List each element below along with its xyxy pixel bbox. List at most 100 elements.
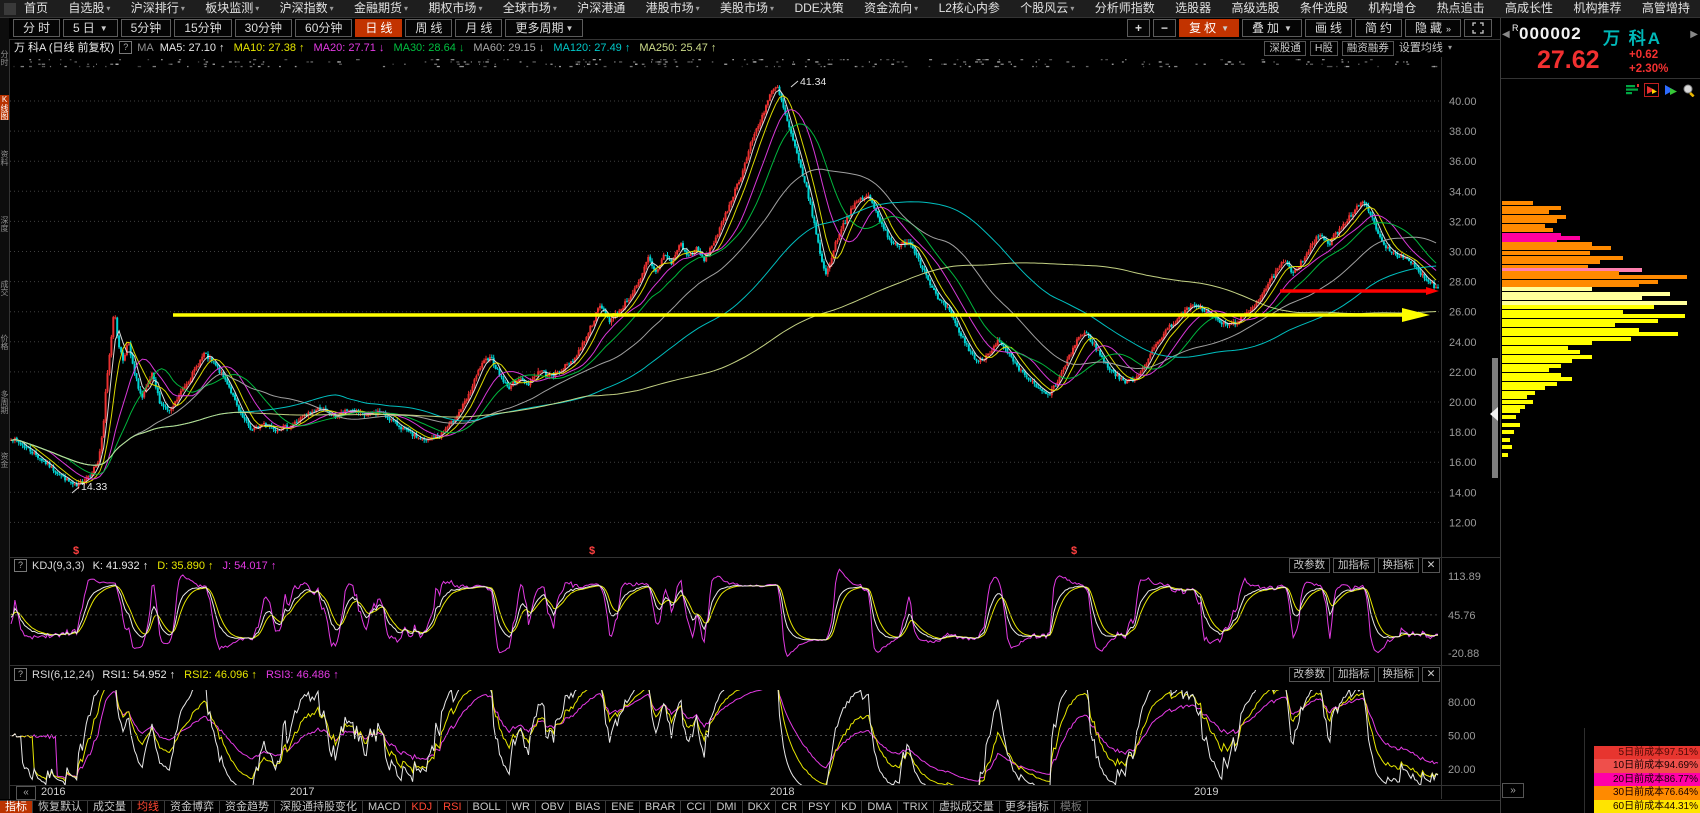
menu-item-美股市场[interactable]: 美股市场 ▾ [720,0,774,17]
button-换指标[interactable]: 换指标 [1377,667,1419,682]
menu-item-热点追击[interactable]: 热点追击 [1437,0,1485,17]
tab-深股通持股变化[interactable]: 深股通持股变化 [275,801,363,813]
menu-item-条件选股[interactable]: 条件选股 [1300,0,1348,17]
period-60分钟[interactable]: 60分钟 [295,19,353,37]
tab-CR[interactable]: CR [776,801,804,813]
close-icon[interactable]: ✕ [1422,667,1440,682]
sidebar-item-分时[interactable]: 分时 [0,50,9,66]
chart-canvas[interactable]: 40.00 38.00 36.00 34.00 32.00 30.00 28.00 26.00… [0,0,1700,813]
tab-成交量[interactable]: 成交量 [88,801,132,813]
tab-WR[interactable]: WR [507,801,536,813]
close-icon[interactable]: ✕ [1422,558,1440,573]
menu-item-资金流向[interactable]: 资金流向 ▾ [864,0,918,17]
sidebar-item-资料[interactable]: 资料 [0,150,9,166]
scroll-left-button[interactable]: « [16,786,36,800]
help-icon[interactable]: ? [14,559,27,572]
tab-CCI[interactable]: CCI [681,801,712,813]
expand-icon[interactable] [1464,19,1492,37]
period-日线[interactable]: 日线 [355,19,403,37]
tab-均线[interactable]: 均线 [132,801,165,813]
tab-恢复默认[interactable]: 恢复默认 [33,801,88,813]
tab-BOLL[interactable]: BOLL [468,801,507,813]
tab-指标[interactable]: 指标 [0,801,33,813]
tab-DMI[interactable]: DMI [711,801,743,813]
tab-OBV[interactable]: OBV [536,801,571,813]
tool-−[interactable]: − [1153,19,1177,37]
tab-BRAR[interactable]: BRAR [640,801,682,813]
menu-item-机构推荐[interactable]: 机构推荐 [1573,0,1621,17]
menu-item-DDE决策[interactable]: DDE决策 [794,0,843,17]
menu-item-港股市场[interactable]: 港股市场 ▾ [646,0,700,17]
sidebar-item-价格[interactable]: 价格 [0,334,9,350]
tool-画线[interactable]: 画线 [1304,19,1352,37]
magnifier-icon[interactable] [1682,83,1697,97]
menu-item-高级选股[interactable]: 高级选股 [1231,0,1279,17]
menu-item-金融期货[interactable]: 金融期货 ▾ [354,0,408,17]
menu-item-机构增仓[interactable]: 机构增仓 [1368,0,1416,17]
button-融资融券[interactable]: 融资融券 [1341,40,1394,56]
menu-item-板块监测[interactable]: 板块监测 ▾ [205,0,259,17]
tool-+[interactable]: + [1127,19,1151,37]
tool-隐藏[interactable]: 隐藏» [1404,19,1461,37]
mini-bars-icon[interactable] [1625,83,1640,97]
button-改参数[interactable]: 改参数 [1288,667,1330,682]
tool-简约[interactable]: 简约 [1354,19,1402,37]
tab-RSI[interactable]: RSI [438,801,468,813]
tab-ENE[interactable]: ENE [606,801,640,813]
tab-DKX[interactable]: DKX [743,801,777,813]
help-icon[interactable]: ? [14,668,27,681]
menu-item-分析师指数[interactable]: 分析师指数 [1095,0,1155,17]
menu-item-自选股[interactable]: 自选股 ▾ [68,0,110,17]
sidebar-item-K线图[interactable]: K线图 [0,95,9,120]
tab-虚拟成交量[interactable]: 虚拟成交量 [934,801,1000,813]
button-加指标[interactable]: 加指标 [1333,558,1375,573]
button-H股[interactable]: H股 [1309,40,1338,56]
period-更多周期[interactable]: 更多周期 ▼ [505,19,584,37]
tab-MACD[interactable]: MACD [363,801,407,813]
tab-资金博弈[interactable]: 资金博弈 [165,801,220,813]
period-15分钟[interactable]: 15分钟 [174,19,232,37]
tab-KD[interactable]: KD [836,801,863,813]
prev-stock-icon[interactable]: ◀ [1502,29,1510,40]
period-周线[interactable]: 周线 [405,19,453,37]
menu-item-个股风云[interactable]: 个股风云 ▾ [1020,0,1074,17]
tab-PSY[interactable]: PSY [803,801,837,813]
tool-叠加[interactable]: 叠加 ▼ [1242,19,1302,37]
tab-BIAS[interactable]: BIAS [570,801,607,813]
kline-red-icon[interactable] [1644,83,1659,97]
ma-settings-button[interactable]: 设置均线 ▾ [1399,40,1452,56]
sidebar-item-资金[interactable]: 资金 [0,452,9,468]
button-换指标[interactable]: 换指标 [1377,558,1419,573]
button-加指标[interactable]: 加指标 [1333,667,1375,682]
menu-item-首页[interactable]: 首页 [24,0,48,17]
period-30分钟[interactable]: 30分钟 [234,19,293,37]
menu-item-全球市场[interactable]: 全球市场 ▾ [503,0,557,17]
tab-资金趋势[interactable]: 资金趋势 [220,801,275,813]
menu-item-高成长性[interactable]: 高成长性 [1505,0,1553,17]
period-5分钟[interactable]: 5分钟 [120,19,172,37]
sidebar-item-多周期[interactable]: 多周期 [0,390,9,414]
menu-item-沪深指数[interactable]: 沪深指数 ▾ [280,0,334,17]
kline-green-icon[interactable] [1663,83,1678,97]
button-深股通[interactable]: 深股通 [1264,40,1306,56]
tab-KDJ[interactable]: KDJ [406,801,439,813]
period-月线[interactable]: 月线 [455,19,503,37]
scroll-right-button[interactable]: » [1502,783,1524,798]
tab-DMA[interactable]: DMA [862,801,898,813]
menu-item-L2核心内参[interactable]: L2核心内参 [939,0,1000,17]
menu-item-选股器[interactable]: 选股器 [1175,0,1211,17]
menu-item-高管增持[interactable]: 高管增持 [1642,0,1690,17]
menu-item-期权市场[interactable]: 期权市场 ▾ [428,0,482,17]
menu-item-沪深港通[interactable]: 沪深港通 [577,0,625,17]
next-stock-icon[interactable]: ▶ [1690,29,1698,40]
sidebar-item-深度[interactable]: 深度 [0,216,9,232]
button-改参数[interactable]: 改参数 [1288,558,1330,573]
help-icon[interactable]: ? [119,41,133,54]
tool-复权[interactable]: 复权 ▼ [1179,19,1239,37]
period-分时[interactable]: 分时 [13,19,61,37]
tab-更多指标[interactable]: 更多指标 [1000,801,1055,813]
tab-TRIX[interactable]: TRIX [898,801,934,813]
sidebar-item-成交[interactable]: 成交 [0,280,9,296]
period-5日[interactable]: 5日 ▼ [63,19,118,37]
menu-item-沪深排行[interactable]: 沪深排行 ▾ [131,0,185,17]
